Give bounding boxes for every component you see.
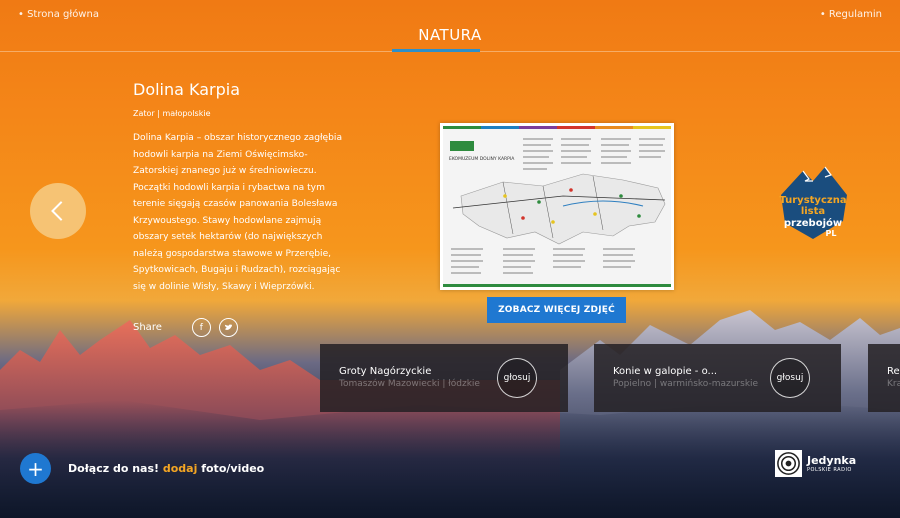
join-suffix: foto/video bbox=[201, 462, 265, 475]
card-title: Rez bbox=[887, 366, 900, 377]
category-title: NATURA bbox=[418, 26, 482, 44]
candidate-card[interactable]: Rez Kra bbox=[868, 344, 900, 412]
home-link[interactable]: • Strona główna bbox=[18, 9, 99, 20]
logo-name: Jedynka bbox=[807, 453, 857, 467]
add-media-button[interactable]: + bbox=[20, 453, 51, 484]
add-link[interactable]: dodaj bbox=[163, 462, 198, 475]
article-photo[interactable]: EKOMUZEUM DOLINY KARPIA bbox=[440, 123, 674, 290]
twitter-icon[interactable] bbox=[218, 318, 238, 337]
article-panel: Dolina Karpia Zator | małopolskie Dolina… bbox=[133, 80, 343, 298]
join-text: Dołącz do nas! dodaj foto/video bbox=[68, 462, 264, 475]
candidate-card[interactable]: Konie w galopie - o... Popielno | warmiń… bbox=[594, 344, 841, 412]
article-title: Dolina Karpia bbox=[133, 80, 241, 99]
tourist-chart-badge[interactable]: Turystyczna lista przebojów PL bbox=[773, 165, 853, 243]
card-subtitle: Tomaszów Mazowiecki | łódzkie bbox=[339, 379, 480, 389]
vote-button[interactable]: głosuj bbox=[770, 358, 810, 398]
join-label: Dołącz do nas! bbox=[68, 462, 160, 475]
rules-link[interactable]: • Regulamin bbox=[820, 9, 882, 20]
card-subtitle: Kra bbox=[887, 379, 900, 389]
more-photos-button[interactable]: ZOBACZ WIĘCEJ ZDJĘĆ bbox=[487, 297, 626, 323]
svg-text:Turystyczna: Turystyczna bbox=[779, 195, 846, 206]
svg-text:przebojów: przebojów bbox=[784, 217, 842, 229]
photo-caption: EKOMUZEUM DOLINY KARPIA bbox=[449, 156, 515, 162]
logo-subtitle: POLSKIE RADIO bbox=[807, 466, 852, 473]
svg-text:lista: lista bbox=[801, 206, 825, 217]
share-bar: Share f bbox=[133, 318, 238, 337]
card-title: Konie w galopie - o... bbox=[613, 366, 718, 377]
previous-button[interactable] bbox=[30, 183, 86, 239]
radio-logo[interactable]: Jedynka POLSKIE RADIO bbox=[775, 450, 856, 477]
chevron-left-icon bbox=[51, 201, 63, 221]
card-title: Groty Nagórzyckie bbox=[339, 366, 432, 377]
jedynka-logo-icon bbox=[775, 450, 802, 477]
share-label: Share bbox=[133, 322, 162, 333]
top-bar: • Strona główna • Regulamin NATURA bbox=[0, 0, 900, 52]
article-description: Dolina Karpia – obszar historycznego zag… bbox=[133, 133, 343, 292]
facebook-icon[interactable]: f bbox=[191, 318, 211, 337]
card-subtitle: Popielno | warmińsko-mazurskie bbox=[613, 379, 759, 389]
ecomuseum-map-image: EKOMUZEUM DOLINY KARPIA bbox=[443, 126, 671, 287]
candidate-card[interactable]: Groty Nagórzyckie Tomaszów Mazowiecki | … bbox=[320, 344, 568, 412]
svg-text:PL: PL bbox=[826, 229, 837, 238]
category-underline bbox=[392, 49, 480, 52]
vote-button[interactable]: głosuj bbox=[497, 358, 537, 398]
article-location: Zator | małopolskie bbox=[133, 109, 211, 118]
